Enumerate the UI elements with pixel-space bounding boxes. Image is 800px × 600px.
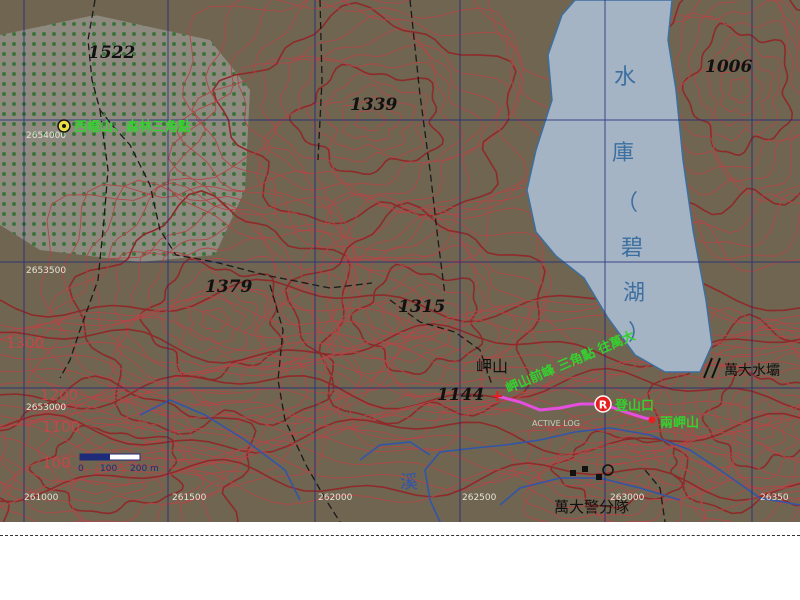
elevation-1379: 1379 [205,277,252,297]
grid-label-east-2: 261500 [172,493,207,503]
lake-char-3: （ [616,191,638,216]
rest-label: 兩岬山 [660,415,699,431]
route-r-letter: R [599,399,608,412]
dam-label: 萬大水壩 [724,363,780,379]
grid-label-north-1: 2654000 [26,131,66,141]
end-marker-icon [648,416,656,424]
grid-label-north-3: 2653000 [26,403,66,413]
road-label: ACTIVE LOG [532,419,580,428]
peak-label: 岬山 [476,357,508,376]
lake-char-5: 湖 [623,281,645,306]
elevation-1339: 1339 [350,95,397,115]
lake-char-4: 碧 [621,236,643,261]
lake-char-2: 庫 [612,141,634,166]
scale-label-200: 200 m [130,464,159,474]
elevation-1522: 1522 [88,43,135,63]
contour-label-100: 100 [42,454,71,472]
route-r-marker: R [594,395,612,413]
trailhead-label: 登山口 [614,398,654,414]
contour-label-1200: 1200 [40,386,78,404]
elevation-1315: 1315 [398,297,445,317]
topographic-map: 2654000 2653500 2653000 261000 261500 26… [0,0,800,522]
grid-label-east-1: 261000 [24,493,59,503]
summit-label: 西帽山、森林三角點 [74,119,191,135]
elevation-1006: 1006 [705,57,752,77]
grid-label-east-4: 262500 [462,493,497,503]
grid-label-east-3: 262000 [318,493,353,503]
contour-label-1300: 1300 [6,334,44,352]
grid-label-north-2: 2653500 [26,266,66,276]
scale-label-0: 0 [78,464,84,474]
contour-label-1100: 1100 [42,418,80,436]
page-divider [0,535,800,536]
grid-label-east-6: 26350 [760,493,789,503]
summit-marker-icon [57,119,71,133]
lake-char-1: 水 [614,65,636,90]
police-label: 萬大警分隊 [554,498,629,516]
elevation-1144: 1144 [437,385,484,405]
scale-label-100: 100 [100,464,117,474]
river-label: 溪 [400,472,418,493]
